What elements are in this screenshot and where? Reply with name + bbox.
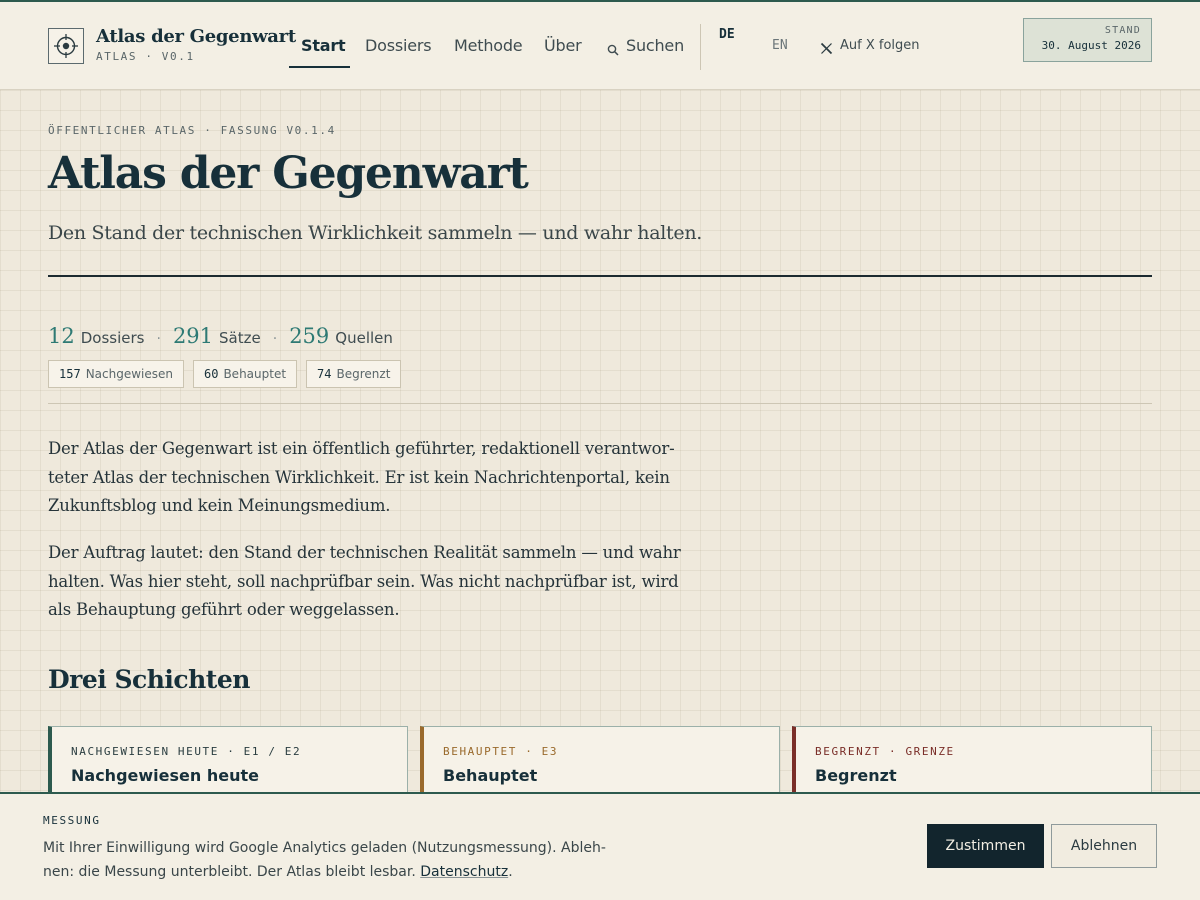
banner-text-line: nen: die Messung unterbleibt. Der Atlas … — [43, 864, 416, 880]
banner-kicker: MESSUNG — [43, 814, 101, 827]
main-content: ÖFFENTLICHER ATLAS · FASSUNG V0.1.4 Atla… — [0, 90, 1200, 792]
layer-card-begrenzt[interactable]: BEGRENZT · GRENZE Begrenzt — [792, 726, 1152, 792]
mission-line: halten. Was hier steht, soll nachprüfbar… — [48, 571, 679, 591]
stats-divider — [48, 403, 1152, 404]
chip-behauptet[interactable]: 60 Behauptet — [193, 360, 298, 388]
x-logo-icon[interactable] — [820, 40, 833, 55]
stand-label: STAND — [1104, 25, 1141, 36]
card-kicker: BEGRENZT · GRENZE — [815, 745, 955, 758]
card-kicker: BEHAUPTET · E3 — [443, 745, 559, 758]
intro-line: Der Atlas der Gegenwart ist ein öffentli… — [48, 439, 675, 458]
stat-quellen-label: Quellen — [335, 329, 393, 347]
stat-quellen-count: 259 — [289, 324, 330, 348]
lang-en[interactable]: EN — [772, 38, 788, 53]
chip-label: Behauptet — [223, 367, 287, 381]
mission-line: als Behauptung geführt oder weggelassen. — [48, 600, 400, 619]
chip-count: 157 — [59, 367, 81, 381]
stat-separator: · — [272, 331, 278, 347]
chip-count: 60 — [204, 367, 219, 381]
stat-dossiers-count: 12 — [48, 324, 75, 348]
intro-line: teter Atlas der technischen Wirklichkeit… — [48, 467, 670, 487]
stat-dossiers-label: Dossiers — [80, 329, 145, 347]
brand-version: ATLAS · V0.1 — [96, 50, 195, 63]
nav-dossiers[interactable]: Dossiers — [365, 36, 432, 55]
active-nav-indicator — [289, 66, 350, 68]
stats-row: 12 Dossiers · 291 Sätze · 259 Quellen — [48, 324, 393, 348]
chip-count: 74 — [317, 367, 332, 381]
accept-button[interactable]: Zustimmen — [927, 824, 1044, 868]
header-divider — [700, 24, 701, 70]
mission-paragraph: Der Auftrag lautet: den Stand der techni… — [48, 539, 718, 625]
nav-methode[interactable]: Methode — [454, 36, 523, 55]
lang-de[interactable]: DE — [719, 27, 735, 42]
stat-separator: · — [156, 331, 161, 347]
card-kicker: NACHGEWIESEN HEUTE · E1 / E2 — [71, 745, 302, 758]
site-header: Atlas der Gegenwart ATLAS · V0.1 Start D… — [0, 2, 1200, 90]
search-icon[interactable] — [607, 41, 619, 56]
banner-period: . — [508, 864, 513, 880]
stand-date: 30. August 2026 — [1041, 39, 1141, 52]
section-title-schichten: Drei Schichten — [48, 665, 250, 694]
nav-start[interactable]: Start — [301, 36, 346, 55]
decline-button[interactable]: Ablehnen — [1051, 824, 1157, 868]
nav-suchen[interactable]: Suchen — [626, 36, 684, 55]
stat-saetze-count: 291 — [172, 324, 214, 348]
chip-nachgewiesen[interactable]: 157 Nachgewiesen — [48, 360, 184, 388]
evidence-chips: 157 Nachgewiesen 60 Behauptet 74 Begrenz… — [48, 360, 402, 388]
stand-badge: STAND 30. August 2026 — [1023, 18, 1152, 62]
intro-paragraph: Der Atlas der Gegenwart ist ein öffentli… — [48, 435, 718, 521]
chip-label: Begrenzt — [336, 367, 391, 381]
card-title: Begrenzt — [815, 766, 897, 785]
page-tagline: Den Stand der technischen Wirklichkeit s… — [48, 222, 702, 244]
layer-card-nachgewiesen[interactable]: NACHGEWIESEN HEUTE · E1 / E2 Nachgewiese… — [48, 726, 408, 792]
privacy-link[interactable]: Datenschutz — [420, 864, 508, 880]
page-kicker: ÖFFENTLICHER ATLAS · FASSUNG V0.1.4 — [48, 124, 336, 137]
nav-ueber[interactable]: Über — [544, 36, 582, 55]
layer-card-behauptet[interactable]: BEHAUPTET · E3 Behauptet — [420, 726, 780, 792]
crosshair-icon — [54, 34, 78, 58]
chip-begrenzt[interactable]: 74 Begrenzt — [306, 360, 402, 388]
intro-line: Zukunftsblog und kein Meinungsmedium. — [48, 496, 391, 515]
mission-line: Der Auftrag lautet: den Stand der techni… — [48, 543, 681, 562]
brand-title[interactable]: Atlas der Gegenwart — [96, 26, 296, 47]
logo[interactable] — [48, 28, 84, 64]
banner-text-line: Mit Ihrer Einwilligung wird Google Analy… — [43, 840, 606, 856]
chip-label: Nachgewiesen — [85, 367, 173, 381]
page-title: Atlas der Gegenwart — [48, 148, 529, 199]
card-title: Nachgewiesen heute — [71, 766, 259, 785]
cookie-consent-banner: MESSUNG Mit Ihrer Einwilligung wird Goog… — [0, 792, 1200, 900]
stat-saetze-label: Sätze — [219, 329, 261, 347]
x-follow-link[interactable]: Auf X folgen — [840, 38, 920, 53]
title-divider — [48, 275, 1152, 277]
banner-text: Mit Ihrer Einwilligung wird Google Analy… — [43, 836, 613, 884]
card-title: Behauptet — [443, 766, 538, 785]
